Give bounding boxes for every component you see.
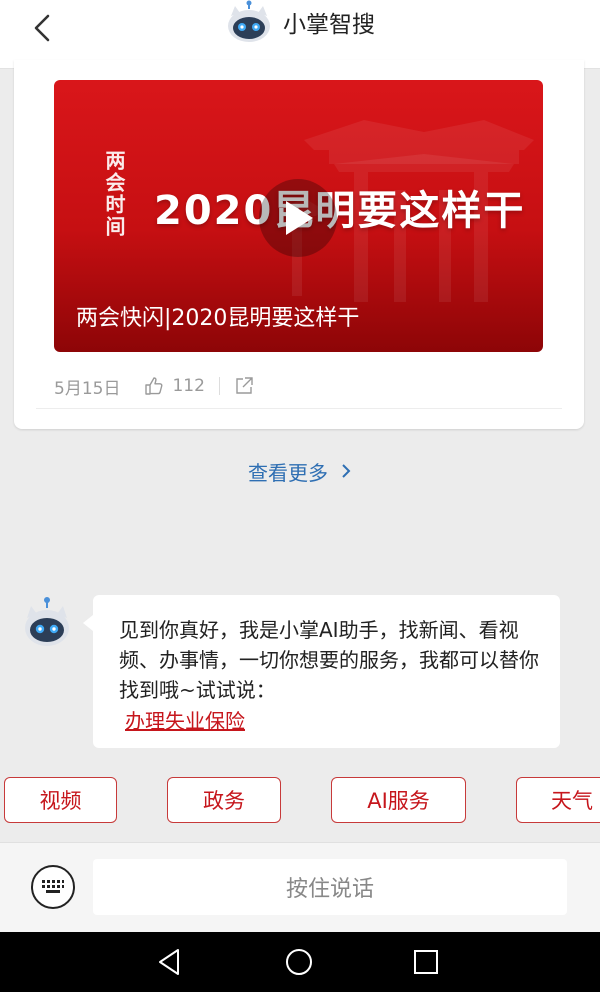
video-vertical-tag: 两会时间: [102, 150, 126, 238]
keyboard-toggle-button[interactable]: [31, 865, 75, 909]
thumbs-up-icon: [145, 377, 163, 395]
assistant-message-bubble: 见到你真好，我是小掌AI助手，找新闻、看视频、办事情，一切你想要的服务，我都可以…: [83, 595, 560, 748]
assistant-message-text: 见到你真好，我是小掌AI助手，找新闻、看视频、办事情，一切你想要的服务，我都可以…: [119, 618, 539, 702]
robot-avatar-icon: [25, 597, 69, 646]
assistant-avatar: [22, 596, 72, 652]
page-title: 小掌智搜: [283, 12, 375, 38]
share-button[interactable]: [234, 376, 254, 396]
see-more-link[interactable]: 查看更多: [0, 455, 600, 487]
video-headline: 2020昆明要这样干: [154, 188, 526, 234]
system-nav-bar: [0, 932, 600, 992]
quick-chip-row: 视频 政务 AI服务 天气: [0, 777, 600, 827]
like-button[interactable]: 112: [144, 376, 205, 396]
robot-logo-icon: [228, 0, 270, 42]
share-icon: [236, 377, 253, 394]
chip-video[interactable]: 视频: [4, 777, 117, 823]
hold-to-talk-button[interactable]: 按住说话: [93, 859, 567, 915]
news-card: 两会时间 2020昆明要这样干 两会快闪|2020昆明要这样干 5月15日 11…: [14, 60, 584, 429]
app-header: 小掌智搜: [0, 0, 600, 69]
suggestion-link[interactable]: 办理失业保险: [125, 705, 245, 734]
nav-home-icon[interactable]: [283, 946, 315, 978]
chevron-right-icon: [342, 464, 351, 478]
video-caption: 两会快闪|2020昆明要这样干: [76, 306, 360, 331]
video-thumbnail[interactable]: 两会时间 2020昆明要这样干 两会快闪|2020昆明要这样干: [54, 80, 543, 352]
publish-date: 5月15日: [54, 378, 121, 399]
keyboard-icon: [42, 880, 64, 893]
header-title-group: 小掌智搜: [0, 0, 600, 44]
see-more-label: 查看更多: [248, 460, 328, 485]
chip-weather[interactable]: 天气: [516, 777, 600, 823]
nav-recents-icon[interactable]: [410, 946, 442, 978]
play-icon: [286, 201, 313, 235]
like-count: 112: [172, 376, 205, 396]
play-button[interactable]: [259, 179, 337, 257]
card-meta-row: 5月15日 112: [54, 372, 544, 400]
chip-government[interactable]: 政务: [167, 777, 281, 823]
input-bar: 按住说话: [0, 842, 600, 933]
card-divider: [36, 408, 562, 409]
chip-ai-service[interactable]: AI服务: [331, 777, 466, 823]
meta-divider: [218, 377, 220, 395]
nav-back-icon[interactable]: [154, 946, 186, 978]
